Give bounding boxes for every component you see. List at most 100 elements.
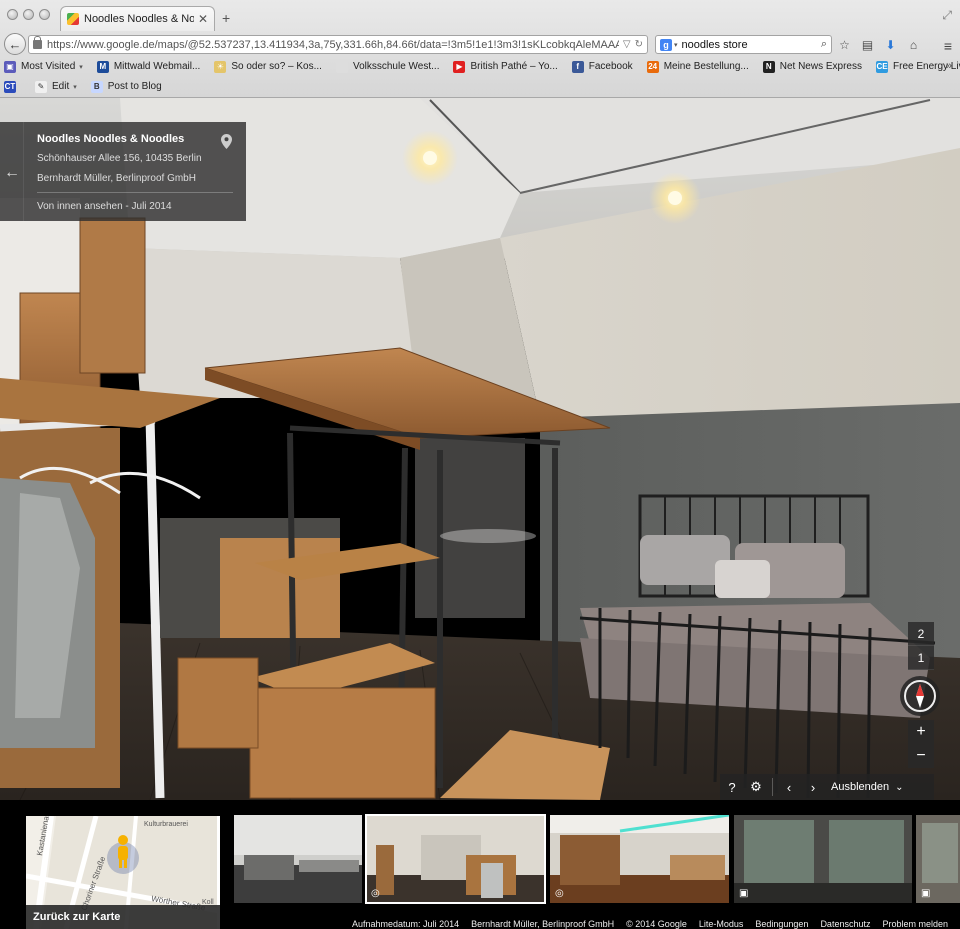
search-icon[interactable]: ⌕ — [821, 38, 827, 51]
back-button[interactable]: ← — [4, 33, 26, 55]
previous-image-icon[interactable]: ‹ — [777, 774, 801, 800]
bookmark-label: Most Visited — [21, 61, 76, 72]
thumbnail-4[interactable]: ▣ — [734, 815, 912, 903]
bookmarks-overflow-icon[interactable]: » — [946, 60, 952, 72]
bookmark-label: Post to Blog — [107, 81, 162, 92]
thumbnail-2-selected[interactable]: ◎ — [365, 814, 546, 904]
chevron-down-icon[interactable]: ▾ — [73, 83, 77, 91]
bookmark-label: Mittwald Webmail... — [113, 61, 201, 72]
home-icon[interactable]: ⌂ — [907, 38, 920, 52]
thumbnail-5[interactable]: ▣ — [916, 815, 960, 903]
browser-chrome: Noodles Noodles & Noodl... ✕ + ⤢ ← https… — [0, 0, 960, 98]
chevron-down-icon[interactable]: ⌄ — [895, 782, 903, 793]
bookmark-label: So oder so? – Kos... — [231, 61, 322, 72]
url-dropdown-icon[interactable]: ▽ — [623, 39, 631, 50]
star-icon[interactable]: ☆ — [838, 38, 851, 52]
gear-icon[interactable]: ⚙ — [744, 774, 768, 800]
google-search-engine-icon[interactable]: g — [660, 38, 672, 51]
bookmark-6[interactable]: 24 Meine Bestellung... — [646, 60, 749, 73]
bookmark-label: Volksschule West... — [352, 61, 440, 72]
lock-icon — [33, 36, 42, 49]
bookmark-label: British Pathé – Yo... — [470, 61, 558, 72]
thumbnail-1[interactable] — [234, 815, 362, 903]
back-arrow-icon[interactable]: ← — [4, 164, 20, 182]
zoom-out-button[interactable]: − — [908, 744, 934, 768]
bookmark-favicon-icon: 24 — [646, 60, 659, 73]
place-title[interactable]: Noodles Noodles & Noodles — [37, 133, 184, 145]
bookmark-5[interactable]: f Facebook — [571, 60, 633, 73]
privacy-link[interactable]: Datenschutz — [820, 919, 870, 929]
search-bar[interactable]: g ▾ ⌕ — [655, 35, 832, 54]
bookmark-favicon-icon: ▶ — [453, 60, 466, 73]
compass-icon[interactable] — [900, 676, 940, 716]
menu-icon[interactable]: ≡ — [944, 38, 952, 54]
bookmark-1[interactable]: M Mittwald Webmail... — [96, 60, 201, 73]
place-info-card: ← Noodles Noodles & Noodles Schönhauser … — [0, 122, 246, 221]
camera-icon: ▣ — [921, 888, 931, 899]
panorama-360-icon: ◎ — [555, 888, 564, 899]
copyright: © 2014 Google — [626, 918, 687, 929]
thumbnail-3[interactable]: ◎ — [550, 815, 729, 903]
place-address: Schönhauser Allee 156, 10435 Berlin — [37, 153, 202, 164]
bookmark-favicon-icon: ✎ — [35, 80, 47, 93]
reading-list-icon[interactable]: ▤ — [861, 38, 874, 52]
download-icon[interactable]: ⬇ — [884, 38, 897, 52]
panorama-360-icon: ◎ — [371, 888, 380, 899]
zoom-in-button[interactable]: + — [908, 720, 934, 744]
terms-link[interactable]: Bedingungen — [755, 919, 808, 929]
bookmark-favicon-icon: N — [762, 60, 775, 73]
reload-icon[interactable]: ↻ — [635, 39, 643, 50]
bookmark-row2-1[interactable]: ✎ Edit ▾ — [35, 80, 77, 93]
floor-2-button[interactable]: 2 — [908, 622, 934, 646]
bookmark-label: Edit — [52, 81, 70, 92]
bookmark-favicon-icon: ☀ — [214, 60, 227, 73]
bookmark-favicon-icon: CE — [876, 60, 888, 73]
floor-1-button[interactable]: 1 — [908, 646, 934, 670]
bookmark-0[interactable]: ▣ Most Visited ▾ — [4, 60, 83, 73]
new-tab-icon[interactable]: + — [222, 10, 230, 26]
next-image-icon[interactable]: › — [801, 774, 825, 800]
bookmark-7[interactable]: N Net News Express — [762, 60, 862, 73]
fullscreen-icon[interactable]: ⤢ — [942, 8, 952, 23]
search-input[interactable] — [681, 38, 821, 51]
bookmark-favicon-icon — [335, 60, 348, 73]
url-bar[interactable]: https://www.google.de/maps/@52.537237,13… — [28, 35, 648, 54]
close-window-icon[interactable] — [7, 9, 18, 20]
hide-imagery-button[interactable]: Ausblenden — [831, 781, 889, 793]
tab-close-icon[interactable]: ✕ — [198, 12, 208, 26]
bookmark-label: Facebook — [588, 61, 633, 72]
zoom-window-icon[interactable] — [39, 9, 50, 20]
footer-author[interactable]: Bernhardt Müller, Berlinproof GmbH — [471, 919, 614, 929]
street-view-control-bar: ? ⚙ ‹ › Ausblenden ⌄ — [720, 774, 934, 800]
bookmark-2[interactable]: ☀ So oder so? – Kos... — [214, 60, 322, 73]
place-author[interactable]: Bernhardt Müller, Berlinproof GmbH — [37, 173, 196, 184]
search-engine-dropdown-icon[interactable]: ▾ — [674, 41, 678, 49]
url-text[interactable]: https://www.google.de/maps/@52.537237,13… — [47, 39, 619, 51]
bookmark-4[interactable]: ▶ British Pathé – Yo... — [453, 60, 558, 73]
bookmark-favicon-icon: ▣ — [4, 60, 16, 73]
bookmarks-toolbar-2: CT ✎ Edit ▾ B Post to Blog — [0, 77, 960, 96]
help-icon[interactable]: ? — [720, 774, 744, 800]
poi-label-kulturbrauerei: Kulturbrauerei — [144, 821, 188, 828]
camera-icon: ▣ — [739, 888, 749, 899]
bookmark-3[interactable]: Volksschule West... — [335, 60, 440, 73]
bookmark-label: Meine Bestellung... — [663, 61, 749, 72]
view-inside-date[interactable]: Von innen ansehen - Juli 2014 — [37, 201, 172, 212]
lite-mode-link[interactable]: Lite-Modus — [699, 919, 744, 929]
bookmark-row2-2[interactable]: B Post to Blog — [90, 80, 162, 93]
map-pin-icon[interactable] — [221, 134, 232, 149]
navigation-bar: ← https://www.google.de/maps/@52.537237,… — [0, 31, 960, 57]
report-problem-link[interactable]: Problem melden — [882, 919, 948, 929]
minimize-window-icon[interactable] — [23, 9, 34, 20]
bookmark-favicon-icon: CT — [4, 80, 16, 93]
browser-tab[interactable]: Noodles Noodles & Noodl... ✕ — [60, 6, 215, 31]
attribution-footer: Aufnahmedatum: Juli 2014 Bernhardt Mülle… — [0, 918, 960, 929]
floor-selector: 2 1 — [908, 622, 934, 670]
capture-date: Aufnahmedatum: Juli 2014 — [352, 918, 460, 929]
tab-title: Noodles Noodles & Noodl... — [84, 13, 194, 25]
bookmark-row2-0[interactable]: CT — [4, 80, 21, 93]
street-view-panorama[interactable]: ← Noodles Noodles & Noodles Schönhauser … — [0, 98, 960, 800]
zoom-control: + − — [908, 720, 934, 768]
chevron-down-icon[interactable]: ▾ — [79, 63, 83, 71]
bookmark-favicon-icon: f — [571, 60, 584, 73]
